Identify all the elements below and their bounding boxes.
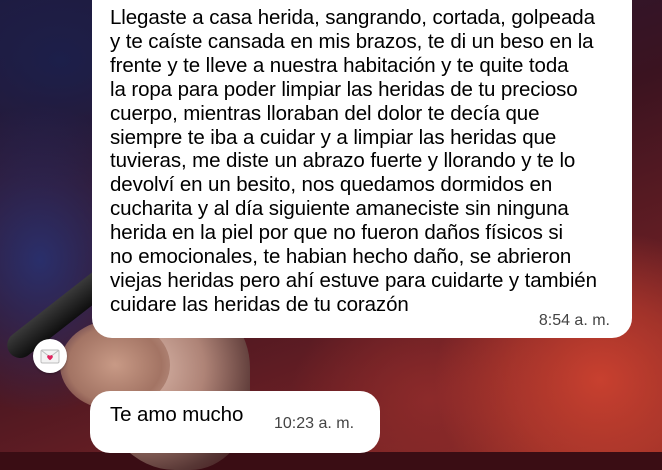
message-timestamp: 10:23 a. m. [274, 415, 355, 432]
message-timestamp: 8:54 a. m. [538, 312, 610, 329]
message-bubble[interactable]: Te amo mucho 10:23 a. m. [90, 391, 380, 453]
message-bubble[interactable]: Llegaste a casa herida, sangrando, corta… [92, 0, 632, 338]
message-reaction[interactable] [33, 339, 67, 373]
message-text: Te amo mucho [110, 403, 244, 426]
love-letter-icon [40, 349, 60, 364]
message-text: Llegaste a casa herida, sangrando, corta… [110, 6, 597, 316]
